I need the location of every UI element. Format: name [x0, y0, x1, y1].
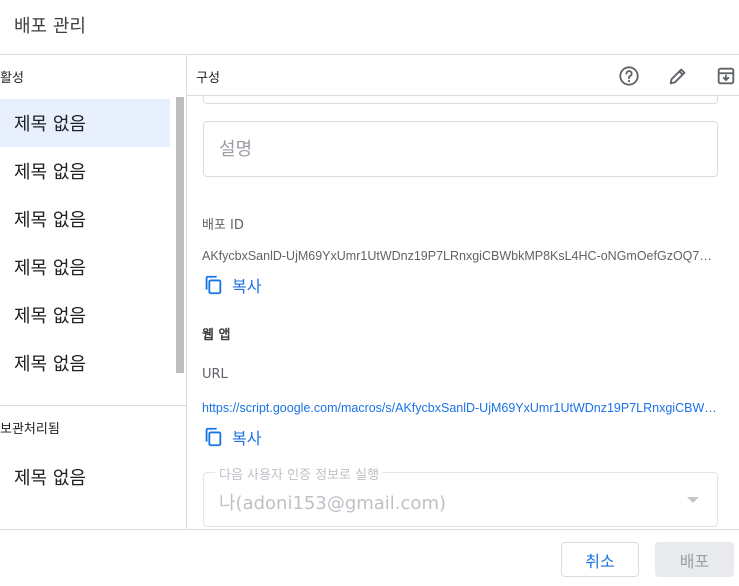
copy-label: 복사 [232, 429, 262, 448]
pencil-icon[interactable] [665, 63, 691, 89]
copy-icon [205, 275, 222, 295]
copy-label: 복사 [232, 277, 262, 296]
config-section-label: 구성 [196, 71, 220, 86]
active-deployment-item[interactable]: 제목 없음 [0, 243, 172, 291]
copy-deploy-id-button[interactable]: 복사 [202, 272, 261, 298]
dropdown-arrow-icon [687, 497, 699, 503]
active-deployment-item[interactable]: 제목 없음 [0, 147, 172, 195]
active-deployment-item[interactable]: 제목 없음 [0, 291, 172, 339]
copy-url-button[interactable]: 복사 [202, 424, 261, 450]
active-deployment-item[interactable]: 제목 없음 [0, 99, 170, 147]
active-section-label: 활성 [0, 71, 24, 86]
footer-divider [0, 529, 739, 530]
deploy-id-value: AKfycbxSanlD-UjM69YxUmr1UtWDnz19P7LRnxgi… [202, 249, 717, 263]
archived-deployments-list: 제목 없음 [0, 453, 172, 501]
list-scrollbar[interactable] [176, 97, 184, 373]
archived-divider [0, 405, 186, 406]
copy-icon [205, 427, 222, 447]
execute-as-select[interactable]: 다음 사용자 인증 정보로 실행 나(adoni153@gmail.com) [203, 464, 718, 527]
dialog-title: 배포 관리 [14, 16, 86, 37]
webapp-label: 웹 앱 [202, 328, 231, 343]
config-header: 구성 [187, 55, 739, 95]
active-deployments-list: 제목 없음 제목 없음 제목 없음 제목 없음 제목 없음 제목 없음 [0, 99, 172, 403]
active-deployment-item[interactable]: 제목 없음 [0, 195, 172, 243]
archived-section-label: 보관처리됨 [0, 422, 60, 437]
url-label: URL [202, 367, 228, 382]
help-circle-icon[interactable] [616, 63, 642, 89]
archive-icon[interactable] [713, 63, 739, 89]
webapp-url-link[interactable]: https://script.google.com/macros/s/AKfyc… [202, 401, 717, 415]
active-deployment-item[interactable]: 제목 없음 [0, 339, 172, 387]
config-panel: 배포 ID AKfycbxSanlD-UjM69YxUmr1UtWDnz19P7… [187, 96, 739, 529]
deploy-button[interactable]: 배포 [655, 542, 734, 577]
execute-as-value: 나(adoni153@gmail.com) [219, 493, 446, 514]
execute-as-label: 다음 사용자 인증 정보로 실행 [215, 464, 384, 483]
cancel-button[interactable]: 취소 [561, 542, 639, 577]
description-field[interactable] [203, 121, 718, 177]
title-field[interactable] [203, 96, 718, 104]
deployment-list-panel: 활성 제목 없음 제목 없음 제목 없음 제목 없음 제목 없음 제목 없음 보… [0, 55, 186, 529]
deploy-id-label: 배포 ID [202, 218, 244, 233]
archived-deployment-item[interactable]: 제목 없음 [0, 453, 172, 501]
